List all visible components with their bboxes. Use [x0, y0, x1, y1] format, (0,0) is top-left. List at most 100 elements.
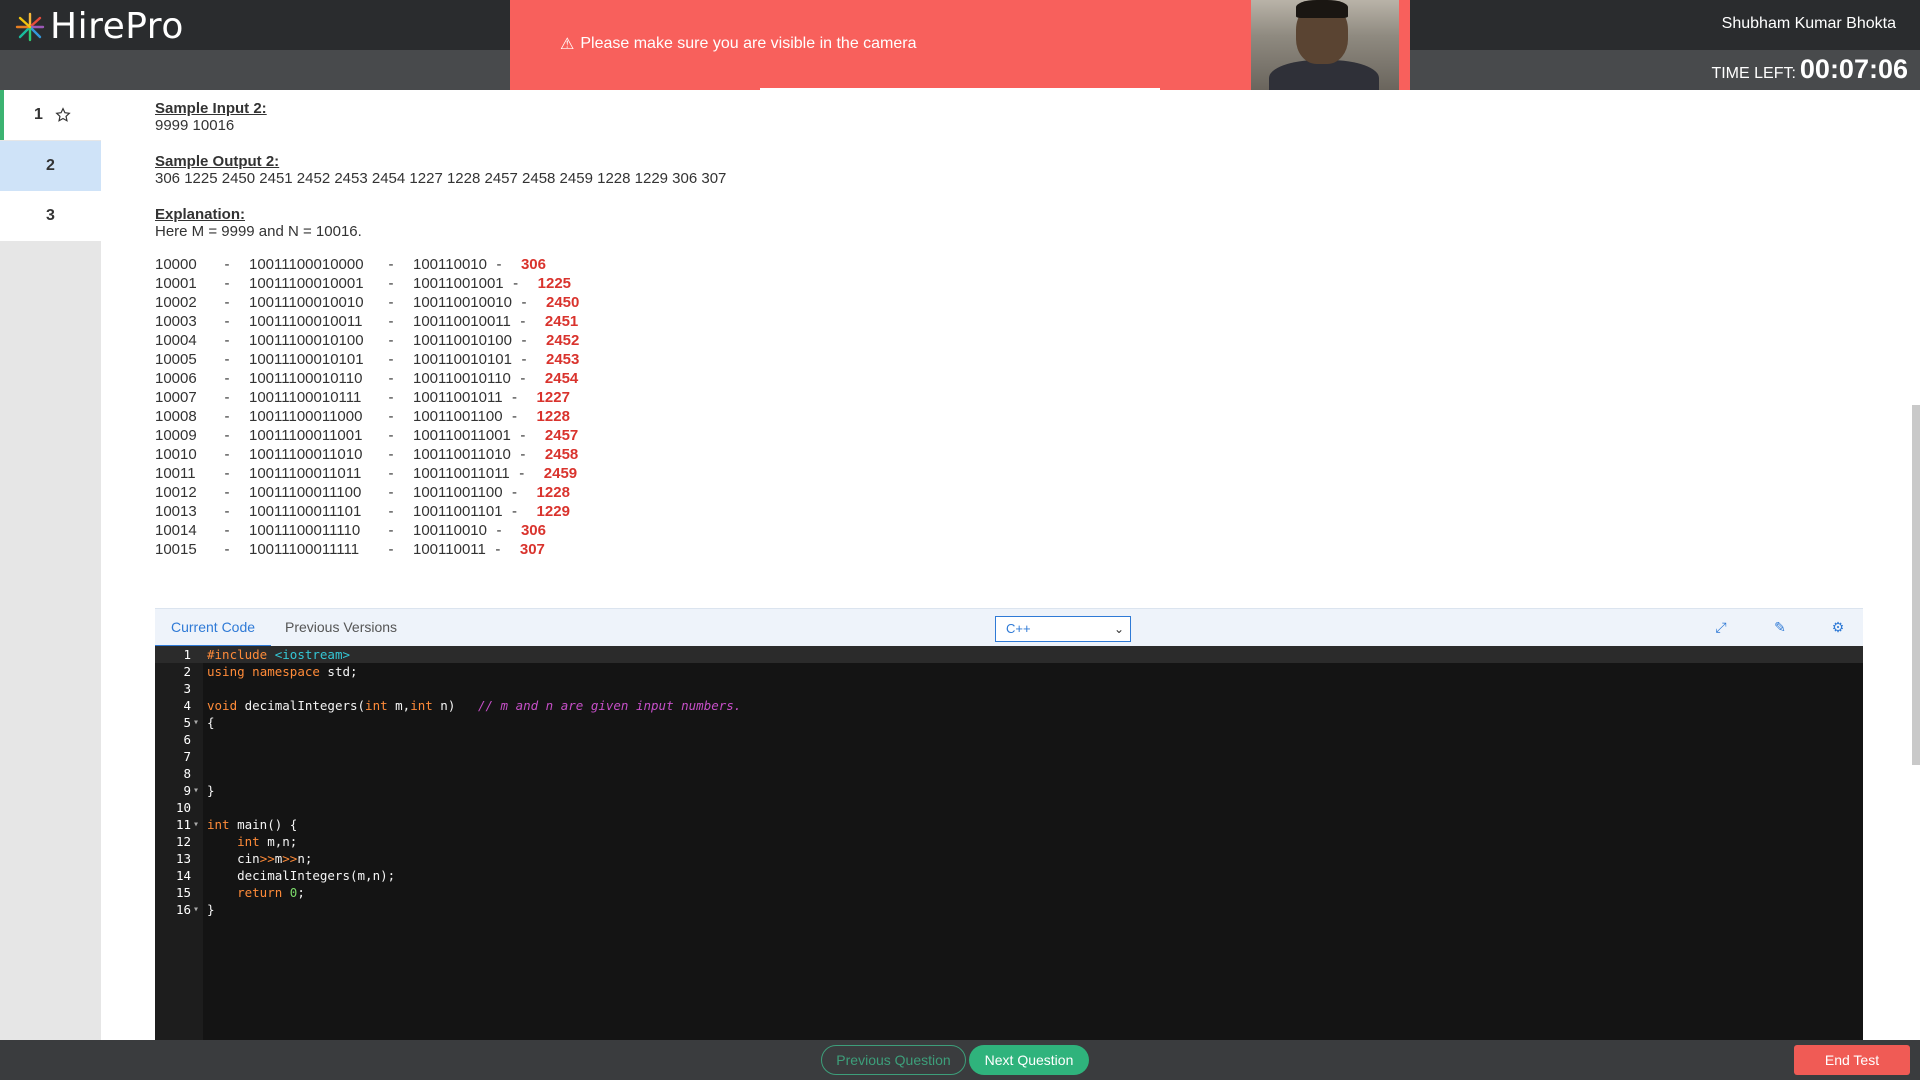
- line-number: 1: [183, 647, 191, 662]
- separator: -: [388, 351, 394, 368]
- separator: -: [388, 408, 394, 425]
- code-text: #include <iostream>: [207, 647, 351, 662]
- gear-icon[interactable]: ⚙: [1830, 619, 1846, 635]
- binary-value: 10011100010111: [249, 389, 362, 406]
- separator: -: [224, 522, 230, 539]
- table-row: 10001-10011100010001-10011001001-1225: [155, 275, 1855, 294]
- separator: -: [224, 256, 230, 273]
- fold-icon[interactable]: ▾: [193, 714, 199, 731]
- line-number: 10: [175, 800, 191, 815]
- line-number: 12: [175, 834, 191, 849]
- table-row: 10006-10011100010110-100110010110-2454: [155, 370, 1855, 389]
- binary-value: 10011100011000: [249, 408, 363, 425]
- table-row: 10014-10011100011110-100110010-306: [155, 522, 1855, 541]
- table-row: 10013-10011100011101-10011001101-1229: [155, 503, 1855, 522]
- question-nav-item-3[interactable]: 3: [0, 191, 101, 241]
- separator: -: [496, 256, 502, 273]
- line-number: 2: [183, 664, 191, 679]
- decimal-value: 10001: [155, 275, 197, 292]
- decimal-value: 10004: [155, 332, 197, 349]
- subsequence-value: 100110010010: [413, 294, 512, 311]
- code-line[interactable]: 2 using namespace std;: [155, 663, 1863, 680]
- decimal-value: 10014: [155, 522, 197, 539]
- page-scrollbar[interactable]: [1912, 405, 1920, 765]
- separator: -: [521, 294, 527, 311]
- expand-icon[interactable]: ⤢: [1713, 619, 1729, 635]
- code-text: }: [207, 783, 215, 798]
- result-value: 1228: [536, 408, 570, 425]
- code-line[interactable]: 6: [155, 731, 1863, 748]
- code-line[interactable]: 12 int m,n;: [155, 833, 1863, 850]
- binary-value: 10011100010001: [249, 275, 364, 292]
- footer-bar: Previous Question Next Question End Test: [0, 1040, 1920, 1080]
- code-line[interactable]: 9 ▾}: [155, 782, 1863, 799]
- subsequence-value: 10011001011: [413, 389, 503, 406]
- line-number: 11: [175, 817, 191, 832]
- eraser-icon[interactable]: ✎: [1772, 619, 1788, 635]
- language-select[interactable]: C++ ⌄: [995, 616, 1131, 642]
- result-value: 2453: [546, 351, 580, 368]
- separator: -: [224, 503, 230, 520]
- code-line[interactable]: 4 void decimalIntegers(int m,int n) // m …: [155, 697, 1863, 714]
- code-area[interactable]: 1 #include <iostream> 2 using namespace std…: [155, 646, 1863, 1040]
- brand-logo: HirePro: [14, 6, 184, 47]
- sample-output-title: Sample Output 2:: [155, 153, 280, 170]
- code-line[interactable]: 14 decimalIntegers(m,n);: [155, 867, 1863, 884]
- separator: -: [388, 332, 394, 349]
- brand-name: HirePro: [50, 6, 184, 47]
- question-nav-item-1[interactable]: 1: [0, 90, 101, 140]
- tab-previous-versions[interactable]: Previous Versions: [269, 609, 413, 647]
- subsequence-value: 100110010100: [413, 332, 512, 349]
- previous-question-button[interactable]: Previous Question: [821, 1045, 966, 1075]
- sample-output-value: 306 1225 2450 2451 2452 2453 2454 1227 1…: [155, 170, 727, 187]
- code-line[interactable]: 1 #include <iostream>: [155, 646, 1863, 663]
- code-line[interactable]: 13 cin>>m>>n;: [155, 850, 1863, 867]
- tab-current-code[interactable]: Current Code: [155, 609, 272, 647]
- separator: -: [224, 541, 230, 558]
- code-line[interactable]: 16 ▾}: [155, 901, 1863, 918]
- warning-icon: ⚠: [560, 36, 575, 53]
- separator: -: [495, 541, 501, 558]
- code-line[interactable]: 5 ▾ {: [155, 714, 1863, 731]
- decimal-value: 10015: [155, 541, 197, 558]
- separator: -: [512, 484, 518, 501]
- separator: -: [512, 408, 518, 425]
- code-line[interactable]: 7: [155, 748, 1863, 765]
- separator: -: [224, 408, 230, 425]
- fold-icon[interactable]: ▾: [193, 816, 199, 833]
- separator: -: [520, 427, 526, 444]
- subsequence-value: 100110010: [413, 522, 487, 539]
- binary-value: 10011100010101: [249, 351, 364, 368]
- fold-icon[interactable]: ▾: [193, 782, 199, 799]
- code-line[interactable]: 10: [155, 799, 1863, 816]
- result-value: 1229: [536, 503, 570, 520]
- separator: -: [224, 351, 230, 368]
- fold-icon[interactable]: ▾: [193, 901, 199, 918]
- next-question-button[interactable]: Next Question: [969, 1045, 1089, 1075]
- explanation-title: Explanation:: [155, 206, 246, 223]
- separator: -: [388, 503, 394, 520]
- time-left-value: 00:07:06: [1799, 54, 1908, 84]
- separator: -: [388, 484, 394, 501]
- question-nav-item-2[interactable]: 2: [0, 141, 101, 191]
- code-line[interactable]: 15 return 0;: [155, 884, 1863, 901]
- star-icon[interactable]: [55, 107, 71, 123]
- separator: -: [388, 541, 394, 558]
- separator: -: [512, 503, 518, 520]
- question-number: 1: [34, 106, 43, 123]
- separator: -: [388, 256, 394, 273]
- end-test-button[interactable]: End Test: [1794, 1045, 1910, 1075]
- code-line[interactable]: 8: [155, 765, 1863, 782]
- time-left-label: TIME LEFT:: [1711, 65, 1796, 82]
- sample-input-title: Sample Input 2:: [155, 100, 267, 117]
- decimal-value: 10010: [155, 446, 197, 463]
- table-row: 10004-10011100010100-100110010100-2452: [155, 332, 1855, 351]
- separator: -: [519, 465, 525, 482]
- code-line[interactable]: 3: [155, 680, 1863, 697]
- code-editor-panel: Current Code Previous Versions C++ ⌄ ⤢ ✎…: [155, 608, 1863, 1040]
- table-row: 10012-10011100011100-10011001100-1228: [155, 484, 1855, 503]
- code-line[interactable]: 11 ▾ int main() {: [155, 816, 1863, 833]
- separator: -: [388, 389, 394, 406]
- line-number: 4: [183, 698, 191, 713]
- question-number: 3: [46, 207, 55, 224]
